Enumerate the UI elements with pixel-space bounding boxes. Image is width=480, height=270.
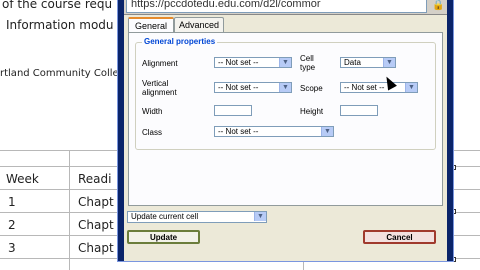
tab-advanced[interactable]: Advanced [174,17,224,33]
cell-type-value: Data [344,58,361,67]
width-label: Width [142,107,163,116]
fieldset-legend: General properties [142,37,218,46]
table-cell: 1 [8,195,16,209]
update-scope-value: Update current cell [131,212,199,221]
update-scope-select[interactable]: Update current cell ▼ [127,211,267,223]
document-text-line-3: rtland Community College [0,68,132,79]
chevron-down-icon: ▼ [321,127,333,136]
chevron-down-icon: ▼ [279,58,291,67]
table-cell: 2 [8,218,16,232]
class-select[interactable]: -- Not set -- ▼ [214,126,334,137]
vertical-alignment-value: -- Not set -- [218,83,259,92]
table-cell: Chapt [78,218,114,232]
update-button[interactable]: Update [127,230,200,244]
window-frame [118,0,124,261]
chevron-down-icon: ▼ [254,212,266,221]
document-text-line-1: of the course requ [2,0,113,11]
chevron-down-icon: ▼ [383,58,395,67]
address-bar: https://pccdotedu.edu.com/d2l/commor 🔒 [124,0,447,15]
chevron-down-icon: ▼ [405,83,417,92]
scope-select[interactable]: -- Not set -- ▼ [340,82,418,93]
class-value: -- Not set -- [218,127,259,136]
width-input[interactable] [214,105,252,116]
cell-type-label: Cell type [300,54,316,72]
table-header-week: Week [6,172,39,186]
table-cell: 3 [8,241,16,255]
window-frame [447,0,453,261]
table-cell: Chapt [78,241,114,255]
height-label: Height [300,107,324,116]
general-panel: General properties Alignment -- Not set … [128,32,443,206]
general-properties-fieldset: General properties Alignment -- Not set … [135,37,436,150]
scope-value: -- Not set -- [344,83,385,92]
chevron-down-icon: ▼ [279,83,291,92]
table-cell: Chapt [78,195,114,209]
alignment-value: -- Not set -- [218,58,259,67]
height-input[interactable] [340,105,378,116]
url-field[interactable]: https://pccdotedu.edu.com/d2l/commor [126,0,427,13]
cancel-button[interactable]: Cancel [363,230,436,244]
lock-icon: 🔒 [432,0,445,11]
alignment-label: Alignment [142,59,178,68]
vertical-alignment-label: Vertical alignment [142,79,177,97]
class-label: Class [142,128,163,137]
table-header-reading: Readi [78,172,112,186]
cell-type-select[interactable]: Data ▼ [340,57,396,68]
vertical-alignment-select[interactable]: -- Not set -- ▼ [214,82,292,93]
scope-label: Scope [300,84,323,93]
document-text-line-2: Information modu [6,18,114,32]
alignment-select[interactable]: -- Not set -- ▼ [214,57,292,68]
cell-properties-dialog: https://pccdotedu.edu.com/d2l/commor 🔒 G… [117,0,454,262]
